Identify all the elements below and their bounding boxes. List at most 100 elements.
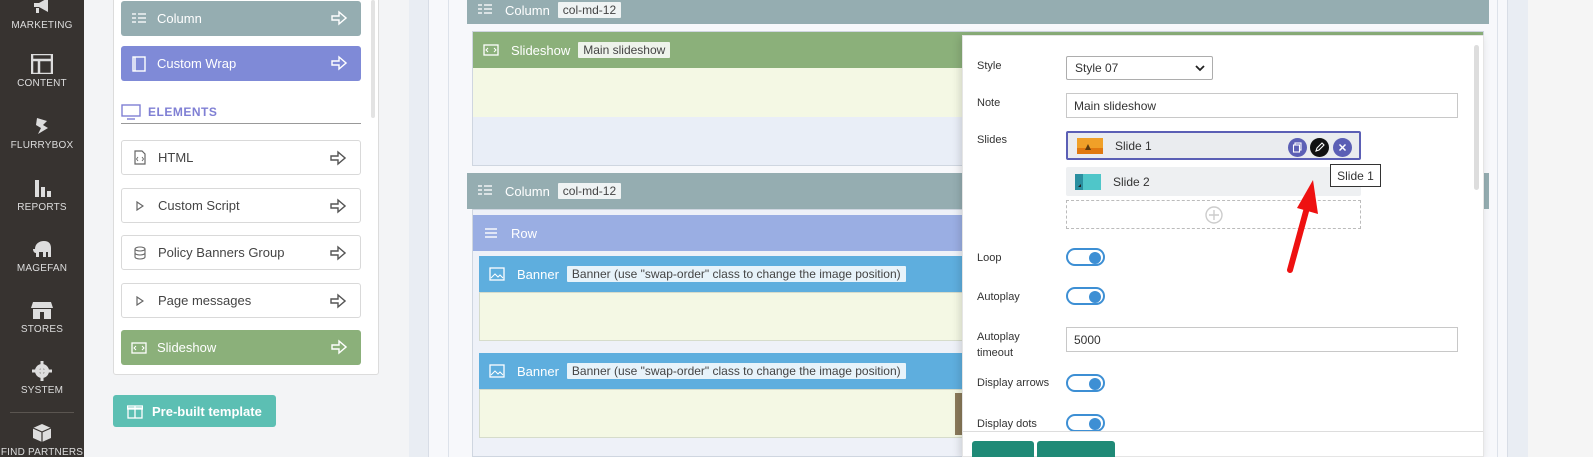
toggle-knob — [1089, 291, 1101, 303]
loop-label: Loop — [977, 252, 1002, 264]
palette-item-column[interactable]: Column — [121, 1, 361, 36]
loop-toggle[interactable] — [1066, 248, 1105, 266]
autoplay-label: Autoplay — [977, 291, 1020, 303]
slide-thumbnail — [1077, 137, 1103, 154]
palette-item-label: Column — [157, 11, 202, 26]
copy-icon — [1292, 142, 1302, 153]
palette-item-label: Page messages — [158, 293, 252, 308]
arrow-right-icon — [330, 198, 346, 214]
prebuilt-template-button[interactable]: Pre-built template — [113, 395, 276, 427]
menu-lines-icon — [485, 228, 497, 238]
duplicate-slide-button[interactable] — [1288, 138, 1307, 157]
wrap-icon — [131, 55, 147, 72]
palette-item-custom-script[interactable]: Custom Script — [121, 188, 361, 223]
arrow-right-icon — [330, 245, 346, 261]
autoplay-toggle[interactable] — [1066, 287, 1105, 305]
autoplay-timeout-input[interactable]: 5000 — [1066, 327, 1458, 352]
display-dots-label: Display dots — [977, 418, 1037, 430]
save-button[interactable] — [972, 441, 1034, 457]
bar-chart-icon — [35, 180, 51, 197]
store-icon — [31, 302, 53, 319]
database-icon — [132, 245, 148, 261]
note-input[interactable]: Main slideshow — [1066, 93, 1458, 118]
block-title: Column — [505, 183, 550, 199]
nav-system[interactable]: SYSTEM — [0, 361, 84, 396]
image-icon — [489, 364, 505, 378]
block-tag: Banner (use "swap-order" class to change… — [566, 266, 906, 282]
column-icon — [478, 185, 492, 195]
nav-content[interactable]: CONTENT — [0, 54, 84, 89]
monitor-icon — [121, 103, 141, 120]
palette-item-label: Custom Script — [158, 198, 240, 213]
palette-item-page-messages[interactable]: Page messages — [121, 283, 361, 318]
palette-scrollbar[interactable] — [371, 0, 375, 118]
display-dots-toggle[interactable] — [1066, 414, 1105, 432]
column-block-header[interactable]: Column col-md-12 — [467, 0, 1489, 24]
elements-section-title: ELEMENTS — [121, 100, 361, 124]
nav-reports[interactable]: REPORTS — [0, 178, 84, 213]
megaphone-icon — [34, 0, 48, 13]
block-title: Banner — [517, 266, 559, 282]
display-arrows-label: Display arrows — [977, 377, 1050, 389]
slide-label: Slide 1 — [1115, 138, 1152, 153]
remove-slide-button[interactable] — [1333, 138, 1352, 157]
display-arrows-toggle[interactable] — [1066, 374, 1105, 392]
style-select[interactable]: Style 07 — [1066, 56, 1213, 80]
block-title: Banner — [517, 363, 559, 379]
cancel-button[interactable] — [1037, 441, 1115, 457]
style-label: Style — [977, 60, 1002, 72]
block-title: Row — [511, 225, 538, 241]
column-icon — [478, 4, 492, 14]
autoplay-timeout-label: Autoplay timeout — [977, 331, 1020, 359]
block-title: Column — [505, 2, 550, 18]
arrow-right-icon — [331, 10, 347, 26]
html-file-icon — [132, 150, 148, 166]
nav-marketing[interactable]: MARKETING — [0, 0, 84, 31]
slide-label: Slide 2 — [1113, 174, 1150, 189]
nav-find-partners[interactable]: FIND PARTNERS — [0, 423, 84, 457]
slide-thumbnail — [1075, 173, 1101, 190]
nav-stores[interactable]: STORES — [0, 300, 84, 335]
palette-item-label: Policy Banners Group — [158, 245, 285, 260]
elephant-icon — [33, 241, 51, 257]
block-tag: col-md-12 — [557, 183, 622, 199]
toggle-knob — [1089, 252, 1101, 264]
page-right-margin — [1528, 0, 1593, 457]
nav-magefan[interactable]: MAGEFAN — [0, 239, 84, 274]
note-label: Note — [977, 97, 1001, 109]
slideshow-icon — [483, 44, 499, 56]
palette-item-policy-banners-group[interactable]: Policy Banners Group — [121, 235, 361, 270]
block-tag: col-md-12 — [557, 2, 622, 18]
gift-box-icon — [127, 405, 143, 419]
arrow-right-icon — [330, 293, 346, 309]
block-tag: Main slideshow — [578, 42, 671, 58]
toggle-knob — [1089, 378, 1101, 390]
gear-icon — [32, 361, 52, 381]
column-icon — [131, 11, 147, 27]
annotation-arrow — [1287, 180, 1318, 273]
admin-sidebar: MARKETING CONTENT FLURRYBOX REPORTS MAGE… — [0, 0, 84, 457]
box-icon — [32, 424, 52, 442]
edit-slide-button[interactable] — [1310, 138, 1329, 157]
block-title: Slideshow — [511, 42, 571, 58]
settings-scrollbar[interactable] — [1474, 45, 1479, 190]
image-icon — [489, 267, 505, 281]
arrow-right-icon — [331, 55, 347, 71]
settings-footer-divider — [963, 431, 1483, 432]
chevron-down-icon — [1195, 65, 1205, 72]
slides-label: Slides — [977, 134, 1007, 146]
palette-item-slideshow[interactable]: Slideshow — [121, 330, 361, 365]
toggle-knob — [1089, 418, 1101, 430]
palette-item-custom-wrap[interactable]: Custom Wrap — [121, 46, 361, 81]
close-icon — [1338, 143, 1347, 152]
arrow-right-icon — [330, 150, 346, 166]
layout-icon — [31, 54, 53, 74]
nav-flurrybox[interactable]: FLURRYBOX — [0, 116, 84, 151]
palette-item-label: Slideshow — [157, 340, 217, 355]
plus-circle-icon — [1204, 205, 1223, 224]
palette-item-html[interactable]: HTML — [121, 140, 361, 175]
block-tag: Banner (use "swap-order" class to change… — [566, 363, 906, 379]
flurrybox-icon — [36, 118, 48, 134]
palette-item-label: HTML — [158, 150, 194, 165]
slideshow-icon — [131, 340, 147, 356]
